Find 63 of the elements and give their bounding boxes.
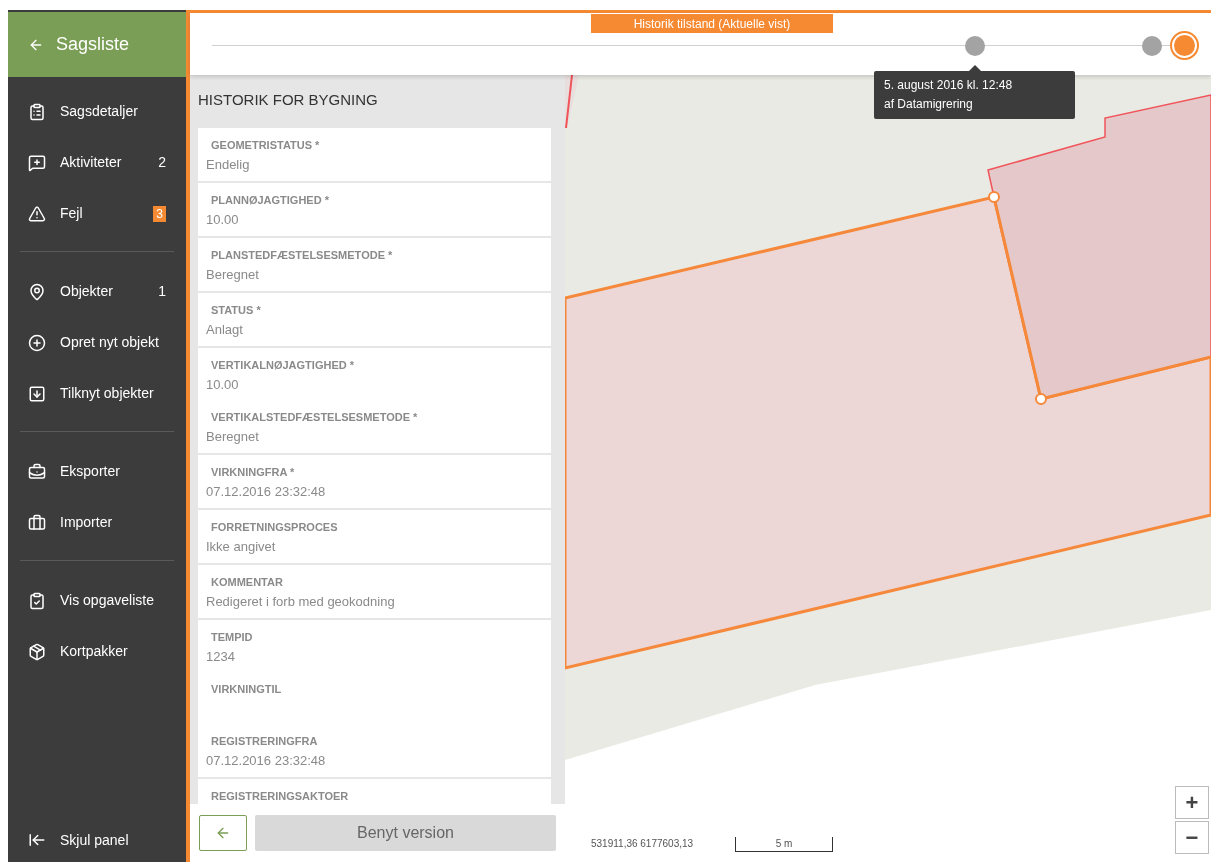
field-value: 1234 [206,648,236,666]
briefcase-icon [28,462,46,481]
back-button[interactable] [199,815,247,851]
sidebar-item[interactable]: Fejl 3 [8,188,186,239]
timeline-point[interactable] [965,36,985,56]
hide-panel-button[interactable]: Skjul panel [8,820,186,860]
download-box-icon [28,384,46,403]
sidebar-item[interactable]: Vis opgaveliste [8,575,186,626]
collapse-icon [28,831,46,849]
field-label: PLANNØJAGTIGHED * [211,192,330,208]
field-label: REGISTRERINGFRA [211,733,319,749]
item-count: 2 [158,153,166,172]
note-icon [28,153,46,172]
field-label: VIRKNINGFRA * [211,464,296,480]
briefcase-icon [28,513,46,532]
field-label: TEMPID [211,629,254,645]
zoom-out-button[interactable]: − [1175,821,1209,854]
field-value: Beregnet [206,266,260,284]
field-value: 07.12.2016 23:32:48 [206,483,327,501]
timeline-title: Historik tilstand (Aktuelle vist) [591,14,833,33]
field-label: VERTIKALSTEDFÆSTELSESMETODE * [211,409,419,425]
sidebar-item[interactable]: Sagsdetaljer [8,86,186,137]
map-pin-icon [28,282,46,301]
tooltip-text: af Datamigrering [884,96,974,113]
field-value: Endelig [206,156,251,174]
field-value: Beregnet [206,428,260,446]
sidebar-item[interactable]: Objekter 1 [8,266,186,317]
field-label: PLANSTEDFÆSTELSESMETODE * [211,247,394,263]
sidebar-item[interactable]: Kortpakker [8,626,186,677]
tooltip-text: 5. august 2016 kl. 12:48 [884,77,1014,94]
timeline-point[interactable] [1170,31,1199,60]
map-coordinates: 531911,36 6177603,13 [591,837,694,851]
plus-circle-icon [28,333,46,352]
item-count: 1 [158,282,166,301]
field-value: 10.00 [206,211,240,229]
package-icon [28,642,46,661]
field-label: REGISTRERINGSAKTOER [211,788,350,804]
sidebar-item[interactable]: Importer [8,497,186,548]
clipboard-icon [28,102,46,121]
error-badge: 3 [153,205,166,222]
field-value: 10.00 [206,376,240,394]
timeline-point[interactable] [1142,36,1162,56]
field-label: GEOMETRISTATUS * [211,137,321,153]
scale-bar: 5 m [735,837,833,852]
sidebar-item[interactable]: Opret nyt objekt [8,317,186,368]
field-label: STATUS * [211,302,262,318]
field-value: Ikke angivet [206,538,277,556]
field-label: VERTIKALNØJAGTIGHED * [211,357,355,373]
field-label: KOMMENTAR [211,574,284,590]
sidebar-item[interactable]: Eksporter [8,446,186,497]
field-label: FORRETNINGSPROCES [211,519,339,535]
zoom-in-button[interactable]: + [1175,786,1209,819]
panel-title: HISTORIK FOR BYGNING [198,90,379,110]
field-value: Redigeret i forb med geokodning [206,593,396,611]
apply-version-button[interactable]: Benyt version [255,815,556,851]
sidebar-item[interactable]: Aktiviteter 2 [8,137,186,188]
field-label: VIRKNINGTIL [211,681,283,697]
warning-icon [28,204,46,223]
field-value: Anlagt [206,321,244,339]
clipboard-check-icon [28,591,46,610]
sidebar-item[interactable]: Tilknyt objekter [8,368,186,419]
field-value: 07.12.2016 23:32:48 [206,752,327,770]
back-arrow-icon [215,825,231,841]
